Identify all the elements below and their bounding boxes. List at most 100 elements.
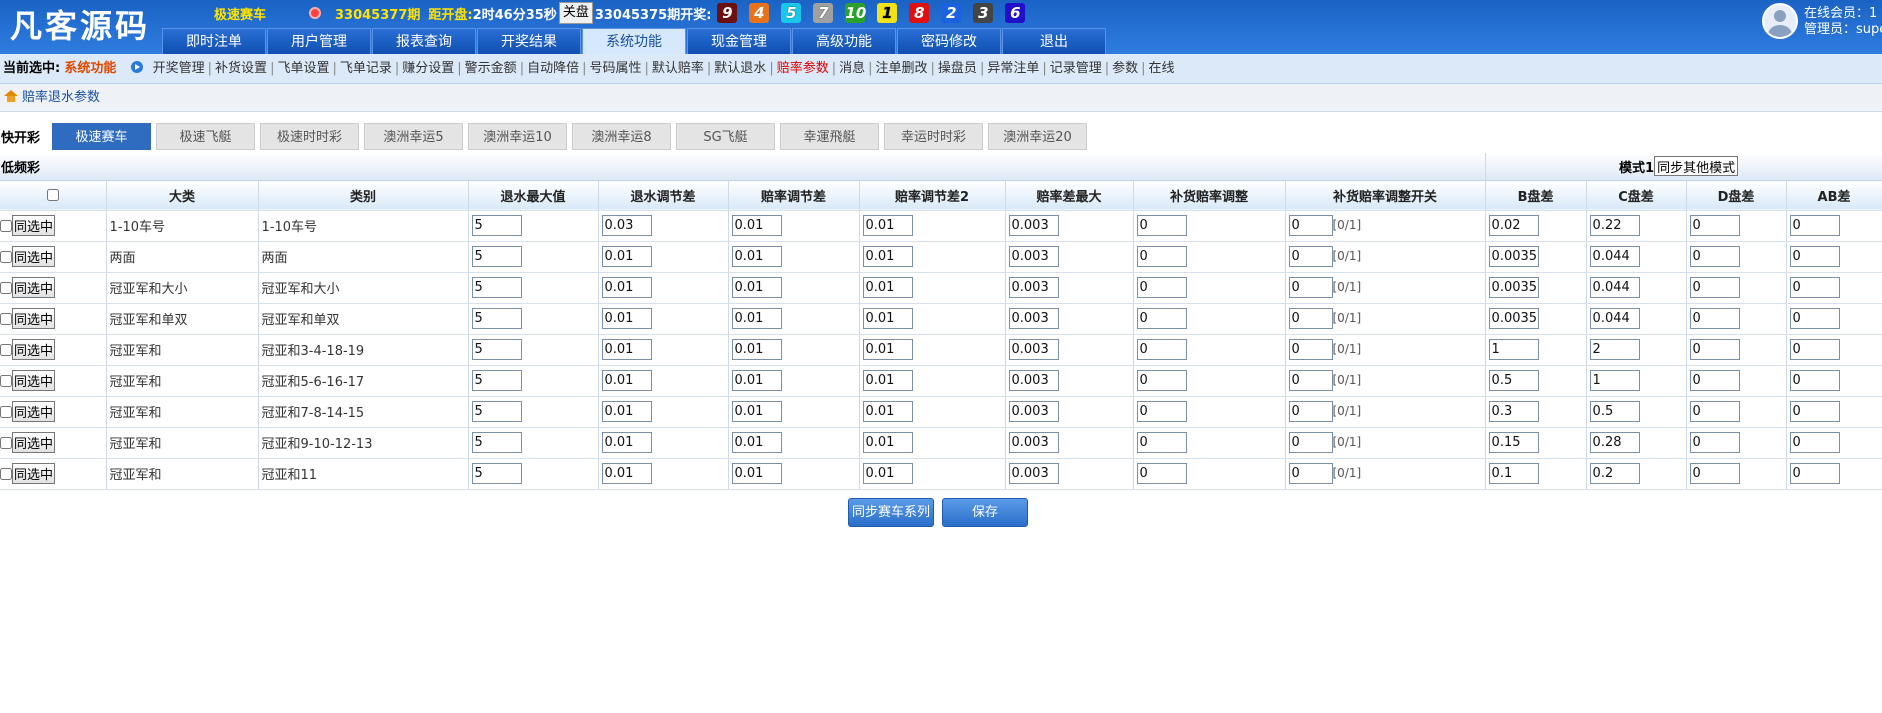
odds-step-input[interactable] [731, 215, 782, 236]
odds-diff-max-input[interactable] [1008, 401, 1059, 422]
odds-step2-input[interactable] [862, 308, 913, 329]
rebate-step-input[interactable] [601, 246, 652, 267]
row-checkbox[interactable] [0, 374, 12, 387]
refill-odds-adjust-input[interactable] [1136, 370, 1187, 391]
save-button[interactable]: 保存 [942, 498, 1028, 527]
odds-step-input[interactable] [731, 308, 782, 329]
odds-diff-max-input[interactable] [1008, 246, 1059, 267]
submenu-link[interactable]: 参数 [1112, 61, 1138, 76]
nav-item[interactable]: 即时注单 [162, 28, 266, 54]
same-select-button[interactable]: 同选中 [12, 215, 56, 236]
game-tab[interactable]: 澳洲幸运5 [364, 122, 463, 150]
ab-diff-input[interactable] [1789, 308, 1840, 329]
submenu-link[interactable]: 记录管理 [1050, 61, 1102, 76]
same-select-button[interactable]: 同选中 [12, 401, 56, 422]
same-select-button[interactable]: 同选中 [12, 339, 56, 360]
submenu-link[interactable]: 警示金额 [465, 61, 517, 76]
d-diff-input[interactable] [1689, 370, 1740, 391]
ab-diff-input[interactable] [1789, 370, 1840, 391]
same-select-button[interactable]: 同选中 [12, 246, 56, 267]
row-checkbox[interactable] [0, 467, 12, 480]
game-tab[interactable]: 澳洲幸运10 [468, 122, 567, 150]
row-checkbox[interactable] [0, 343, 12, 356]
submenu-link[interactable]: 消息 [839, 61, 865, 76]
row-checkbox[interactable] [0, 436, 12, 449]
rebate-step-input[interactable] [601, 215, 652, 236]
same-select-button[interactable]: 同选中 [12, 370, 56, 391]
refill-switch-input[interactable] [1288, 401, 1333, 422]
rebate-max-input[interactable] [471, 370, 522, 391]
submenu-link[interactable]: 注单删改 [876, 61, 928, 76]
game-tab[interactable]: 幸运时时彩 [884, 122, 983, 150]
b-diff-input[interactable] [1488, 215, 1539, 236]
same-select-button[interactable]: 同选中 [12, 308, 56, 329]
submenu-link[interactable]: 默认赔率 [652, 61, 704, 76]
submenu-link[interactable]: 号码属性 [589, 61, 641, 76]
b-diff-input[interactable] [1488, 308, 1539, 329]
refill-switch-input[interactable] [1288, 463, 1333, 484]
rebate-step-input[interactable] [601, 370, 652, 391]
refill-odds-adjust-input[interactable] [1136, 308, 1187, 329]
rebate-max-input[interactable] [471, 463, 522, 484]
select-all-checkbox[interactable] [46, 189, 59, 201]
odds-diff-max-input[interactable] [1008, 277, 1059, 298]
d-diff-input[interactable] [1689, 463, 1740, 484]
c-diff-input[interactable] [1589, 215, 1640, 236]
d-diff-input[interactable] [1689, 246, 1740, 267]
row-checkbox[interactable] [0, 281, 12, 294]
c-diff-input[interactable] [1589, 339, 1640, 360]
refill-odds-adjust-input[interactable] [1136, 463, 1187, 484]
odds-step2-input[interactable] [862, 339, 913, 360]
nav-item[interactable]: 高级功能 [792, 28, 896, 54]
d-diff-input[interactable] [1689, 339, 1740, 360]
submenu-link[interactable]: 飞单设置 [277, 61, 329, 76]
same-select-button[interactable]: 同选中 [12, 432, 56, 453]
odds-step-input[interactable] [731, 432, 782, 453]
b-diff-input[interactable] [1488, 370, 1539, 391]
c-diff-input[interactable] [1589, 432, 1640, 453]
ab-diff-input[interactable] [1789, 432, 1840, 453]
rebate-max-input[interactable] [471, 401, 522, 422]
row-checkbox[interactable] [0, 219, 12, 232]
odds-step2-input[interactable] [862, 277, 913, 298]
b-diff-input[interactable] [1488, 277, 1539, 298]
row-checkbox[interactable] [0, 405, 12, 418]
game-tab[interactable]: 澳洲幸运8 [572, 122, 671, 150]
b-diff-input[interactable] [1488, 432, 1539, 453]
d-diff-input[interactable] [1689, 215, 1740, 236]
rebate-step-input[interactable] [601, 339, 652, 360]
ab-diff-input[interactable] [1789, 401, 1840, 422]
nav-item[interactable]: 系统功能 [582, 28, 686, 54]
submenu-link[interactable]: 补货设置 [215, 61, 267, 76]
rebate-max-input[interactable] [471, 215, 522, 236]
rebate-max-input[interactable] [471, 432, 522, 453]
odds-diff-max-input[interactable] [1008, 308, 1059, 329]
refill-switch-input[interactable] [1288, 339, 1333, 360]
submenu-link[interactable]: 赚分设置 [402, 61, 454, 76]
d-diff-input[interactable] [1689, 277, 1740, 298]
odds-step-input[interactable] [731, 339, 782, 360]
odds-step2-input[interactable] [862, 401, 913, 422]
odds-step-input[interactable] [731, 277, 782, 298]
submenu-link[interactable]: 异常注单 [987, 61, 1039, 76]
close-market-button[interactable]: 关盘 [558, 2, 593, 24]
c-diff-input[interactable] [1589, 246, 1640, 267]
game-tab[interactable]: 极速时时彩 [260, 122, 359, 150]
same-select-button[interactable]: 同选中 [12, 463, 56, 484]
game-tab[interactable]: 幸運飛艇 [780, 122, 879, 150]
odds-step-input[interactable] [731, 370, 782, 391]
d-diff-input[interactable] [1689, 432, 1740, 453]
game-tab[interactable]: 极速赛车 [52, 122, 151, 150]
refill-odds-adjust-input[interactable] [1136, 339, 1187, 360]
submenu-link[interactable]: 自动降倍 [527, 61, 579, 76]
d-diff-input[interactable] [1689, 401, 1740, 422]
ab-diff-input[interactable] [1789, 246, 1840, 267]
odds-step2-input[interactable] [862, 463, 913, 484]
submenu-link[interactable]: 默认退水 [714, 61, 766, 76]
odds-step2-input[interactable] [862, 215, 913, 236]
odds-diff-max-input[interactable] [1008, 339, 1059, 360]
odds-diff-max-input[interactable] [1008, 463, 1059, 484]
refill-switch-input[interactable] [1288, 432, 1333, 453]
odds-step-input[interactable] [731, 246, 782, 267]
rebate-step-input[interactable] [601, 277, 652, 298]
